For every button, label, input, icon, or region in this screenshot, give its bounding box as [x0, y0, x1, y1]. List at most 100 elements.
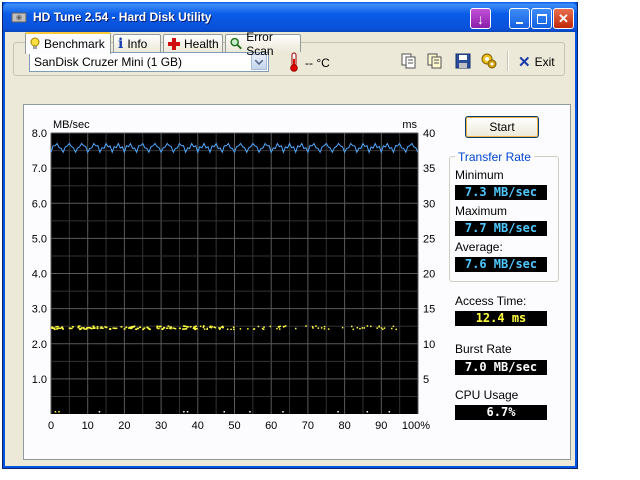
x-tick-label: 30: [155, 420, 167, 432]
exit-button[interactable]: ✕ Exit: [518, 52, 555, 72]
access-time-point: [146, 326, 149, 329]
baseline-point: [366, 411, 369, 413]
burst-rate-label: Burst Rate: [455, 342, 512, 356]
access-time-point: [383, 327, 386, 329]
baseline-point: [223, 411, 225, 413]
baseline-point: [183, 411, 185, 413]
access-time-point: [68, 327, 71, 329]
access-time-point: [351, 325, 353, 328]
access-time-point: [161, 328, 164, 330]
baseline-point: [98, 411, 101, 413]
access-time-point: [226, 328, 229, 330]
access-time-point: [395, 328, 397, 331]
y2-tick-label: 30: [423, 198, 435, 210]
access-time-point: [279, 328, 281, 330]
y-tick-label: 3.0: [32, 304, 47, 316]
access-time-point: [199, 325, 202, 328]
cpu-usage-value: 6.7%: [455, 405, 547, 420]
access-time-point: [284, 325, 287, 327]
access-time-point: [261, 327, 264, 330]
x-tick-label: 90: [375, 420, 387, 432]
burst-rate-value: 7.0 MB/sec: [455, 360, 547, 375]
access-time-point: [163, 326, 166, 329]
wrench-gear-icon: [481, 53, 497, 69]
access-time-point: [219, 327, 221, 329]
tab-benchmark[interactable]: Benchmark: [25, 32, 111, 54]
access-time-point: [203, 325, 205, 327]
toolbar-separator: [507, 51, 509, 71]
access-time-point: [230, 328, 232, 331]
access-time-point: [178, 327, 181, 330]
access-time-point: [193, 327, 196, 329]
x-tick-label: 10: [82, 420, 94, 432]
y-tick-label: 5.0: [32, 233, 47, 245]
y-tick-label: 4.0: [32, 269, 47, 281]
access-time-point: [86, 327, 89, 329]
access-time-point: [93, 327, 96, 329]
lightbulb-icon: [30, 37, 40, 49]
access-time-point: [101, 327, 104, 329]
access-time-point: [257, 325, 260, 328]
exit-x-icon: ✕: [518, 53, 531, 71]
access-time-point: [53, 328, 56, 331]
left-unit-label: MB/sec: [53, 119, 90, 131]
access-time-point: [263, 326, 265, 328]
access-time-point: [156, 325, 159, 327]
access-time-point: [312, 327, 314, 329]
maximize-icon: [536, 13, 547, 24]
access-time-point: [96, 326, 99, 328]
access-time-point: [220, 326, 223, 328]
access-time-point: [269, 325, 272, 328]
close-icon: ✕: [558, 11, 569, 26]
access-time-point: [359, 328, 361, 330]
start-button[interactable]: Start: [465, 116, 539, 138]
y2-tick-label: 5: [423, 374, 429, 386]
access-time-point: [363, 327, 366, 329]
minimize-icon: [516, 21, 523, 24]
minimize-button[interactable]: [509, 8, 530, 29]
access-time-point: [276, 327, 278, 330]
access-time-point: [380, 327, 383, 329]
access-time-point: [382, 328, 384, 330]
x-tick-label: 50: [228, 420, 240, 432]
minimum-label: Minimum: [455, 168, 504, 182]
y-tick-label: 8.0: [32, 128, 47, 140]
save-button[interactable]: [453, 51, 473, 71]
access-time-point: [159, 325, 162, 328]
access-time-point: [61, 326, 64, 329]
access-time-point: [56, 328, 58, 330]
baseline-point: [249, 411, 251, 413]
access-time-point: [125, 326, 128, 329]
y-tick-label: 2.0: [32, 339, 47, 351]
y2-tick-label: 10: [423, 339, 435, 351]
access-time-point: [206, 327, 208, 330]
access-time-point: [172, 327, 175, 329]
y2-tick-label: 25: [423, 233, 435, 245]
access-time-point: [214, 326, 217, 329]
access-time-point: [392, 325, 395, 328]
baseline-point: [54, 411, 57, 413]
close-button[interactable]: ✕: [553, 8, 574, 29]
maximize-button[interactable]: [531, 8, 552, 29]
baseline-point: [337, 411, 339, 413]
access-time-point: [222, 326, 224, 329]
y-tick-label: 6.0: [32, 198, 47, 210]
access-time-point: [174, 327, 177, 330]
access-time-point: [391, 327, 393, 330]
access-time-point: [320, 327, 323, 329]
access-time-point: [323, 328, 326, 330]
x-tick-label: 40: [192, 420, 204, 432]
download-button[interactable]: ↓: [470, 8, 491, 29]
access-time-point: [203, 328, 206, 330]
access-time-point: [62, 328, 64, 330]
benchmark-chart: 0 10 20 30 40 50 60 70 80 90 100% 1.0 2.0 3.0 4.0 5.0 6.…: [32, 119, 436, 432]
access-time-point: [341, 326, 344, 329]
options-button[interactable]: [479, 51, 499, 71]
y2-tick-label: 15: [423, 304, 435, 316]
y-tick-label: 1.0: [32, 374, 47, 386]
access-time-point: [376, 327, 378, 329]
y2-tick-label: 35: [423, 163, 435, 175]
access-time-point: [323, 325, 326, 328]
baseline-point: [388, 411, 391, 413]
x-tick-label: 70: [302, 420, 314, 432]
